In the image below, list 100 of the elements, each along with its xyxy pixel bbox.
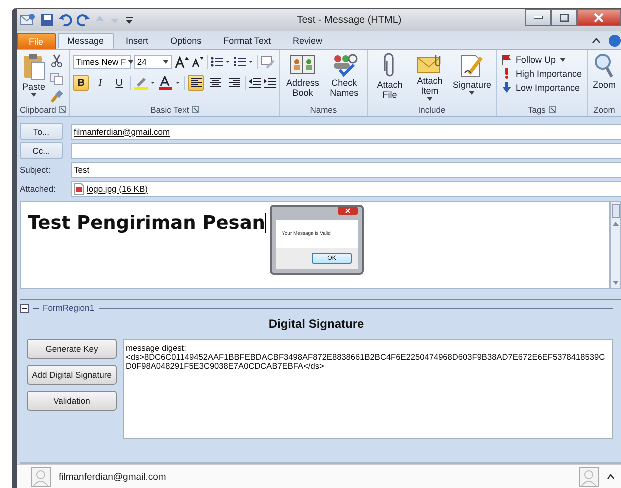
align-icon xyxy=(228,78,240,88)
numbered-list-icon[interactable] xyxy=(234,57,254,67)
close-button[interactable] xyxy=(577,9,621,26)
group-label: Include xyxy=(418,104,446,114)
group-label: Tags xyxy=(528,104,546,114)
help-icon[interactable] xyxy=(609,35,621,47)
field-label: Subject: xyxy=(20,164,52,174)
scroll-up-icon[interactable] xyxy=(612,221,620,227)
group-label: Names xyxy=(310,104,338,114)
copy-icon[interactable] xyxy=(50,73,63,85)
format-button[interactable]: U xyxy=(111,75,128,91)
ribbon-tab[interactable]: Message xyxy=(58,33,114,49)
input-field[interactable] xyxy=(71,142,621,158)
increase-indent-icon[interactable] xyxy=(264,78,276,88)
output-line: <ds>8DC6C01149452AAF1BBFEBDACBF3498AF872E8838661B2BC4F6E2250474968D603F9B38AD7E672E6EF5378418539CD0F98A048291F5E3C9038E7A0CDCAB7EBFA</ds> xyxy=(126,353,606,371)
dialog-launcher-icon[interactable] xyxy=(192,106,200,113)
undo-icon[interactable] xyxy=(59,14,72,26)
styles-icon[interactable] xyxy=(261,56,276,68)
region-heading: Digital Signature xyxy=(268,317,366,331)
pen-icon xyxy=(460,53,484,79)
high-importance-button[interactable]: High Importance xyxy=(500,68,584,79)
address-button[interactable]: Cc... xyxy=(20,142,63,159)
envelope-icon xyxy=(416,53,443,75)
minimize-button[interactable] xyxy=(525,9,551,26)
font-dropdown[interactable]: Times New F xyxy=(73,55,132,69)
output-line: message digest: xyxy=(126,344,188,353)
minimize-icon xyxy=(534,16,542,20)
region-title: FormRegion1 xyxy=(43,303,94,313)
ruler-toggle-icon[interactable] xyxy=(612,204,620,218)
grow-font-icon[interactable] xyxy=(175,56,190,68)
output-textbox[interactable]: message digest: <ds>8DC6C01149452AAF1BBFEBDACBF3498AF872E8838661B2BC4F6E2250474968D603F9B38AD7E672E6EF5378418539CD0F98A048291F5E3C9038E7A0CDCAB7EBFA</ds> xyxy=(123,339,613,439)
zoom-button[interactable]: Zoom xyxy=(590,52,618,91)
align-button[interactable] xyxy=(188,75,204,91)
ribbon-tab[interactable]: Format Text xyxy=(214,33,281,49)
shrink-font-icon[interactable] xyxy=(192,56,204,68)
maximize-button[interactable] xyxy=(551,9,577,26)
paperclip-icon xyxy=(383,53,397,79)
down-arrow-icon xyxy=(502,82,512,93)
dialog-launcher-icon[interactable] xyxy=(59,106,66,113)
ribbon-tab[interactable]: Options xyxy=(160,33,212,49)
group-label: Zoom xyxy=(594,104,616,114)
decrease-indent-icon[interactable] xyxy=(249,78,262,88)
address-book-button[interactable]: Address Book xyxy=(283,52,323,99)
field-label: Attached: xyxy=(20,184,57,194)
input-field[interactable]: filmanferdian@gmail.com xyxy=(71,124,621,140)
format-button[interactable]: B xyxy=(73,75,90,91)
attach-file-button[interactable]: Attach File xyxy=(371,52,409,101)
expand-icon[interactable] xyxy=(607,474,615,480)
signature-button[interactable]: Signature xyxy=(450,52,493,96)
caret-icon xyxy=(163,60,170,64)
envelope-icon xyxy=(20,13,36,27)
window-title: Test - Message (HTML) xyxy=(296,14,403,26)
magnifier-icon xyxy=(593,53,616,79)
message-text: Test Pengiriman Pesan xyxy=(28,213,266,234)
collapse-ribbon-icon[interactable] xyxy=(592,38,601,44)
font-color-icon[interactable] xyxy=(159,76,182,90)
font-size-dropdown[interactable]: 24 xyxy=(134,55,172,69)
maximize-icon xyxy=(560,14,568,22)
ribbon-tab[interactable]: Review xyxy=(282,33,332,49)
dialog-launcher-icon[interactable] xyxy=(548,106,556,113)
attach-item-button[interactable]: Attach Item xyxy=(410,52,449,102)
caret-icon xyxy=(560,58,566,62)
address-button[interactable]: To... xyxy=(20,123,63,140)
field-value: Test xyxy=(74,164,90,174)
collapse-icon[interactable] xyxy=(20,304,29,312)
follow-up-button[interactable]: Follow Up xyxy=(500,54,568,65)
attachment-link[interactable]: logo.jpg (16 KB) xyxy=(87,184,148,194)
group-label: Clipboard xyxy=(20,104,56,114)
caret-icon xyxy=(426,97,433,101)
group-label: Basic Text xyxy=(150,104,190,114)
format-button[interactable]: I xyxy=(92,75,108,91)
paste-button[interactable]: Paste xyxy=(20,52,48,98)
caret-icon xyxy=(128,60,134,64)
check-names-button[interactable]: Check Names xyxy=(324,52,364,99)
flag-icon xyxy=(502,54,512,65)
sender-email: filmanferdian@gmail.com xyxy=(59,472,166,482)
ribbon-tab[interactable]: Insert xyxy=(116,33,159,49)
attachment-field[interactable]: logo.jpg (16 KB) xyxy=(71,180,621,196)
close-icon[interactable] xyxy=(338,207,358,215)
action-button[interactable]: Validation xyxy=(27,391,117,411)
scroll-down-icon[interactable] xyxy=(612,280,620,286)
save-icon[interactable] xyxy=(41,14,54,26)
caret-icon xyxy=(31,93,37,97)
image-file-icon xyxy=(74,182,84,194)
align-icon xyxy=(190,78,202,88)
bullet-list-icon[interactable] xyxy=(211,57,232,67)
caret-icon xyxy=(468,91,475,95)
scissors-icon[interactable] xyxy=(50,54,62,68)
redo-icon[interactable] xyxy=(77,14,90,26)
align-icon xyxy=(210,78,221,88)
brush-icon[interactable] xyxy=(50,90,63,103)
address-book-icon xyxy=(289,53,318,77)
input-field[interactable]: Test xyxy=(71,162,621,178)
clipboard-icon xyxy=(22,53,46,81)
customize-icon[interactable] xyxy=(125,16,134,24)
action-button[interactable]: Generate Key xyxy=(27,339,117,359)
low-importance-button[interactable]: Low Importance xyxy=(500,82,582,93)
recipient-name: filmanferdian@gmail.com xyxy=(74,126,170,136)
action-button[interactable]: Add Digital Signature xyxy=(27,365,117,385)
scrollbar[interactable] xyxy=(610,201,621,289)
